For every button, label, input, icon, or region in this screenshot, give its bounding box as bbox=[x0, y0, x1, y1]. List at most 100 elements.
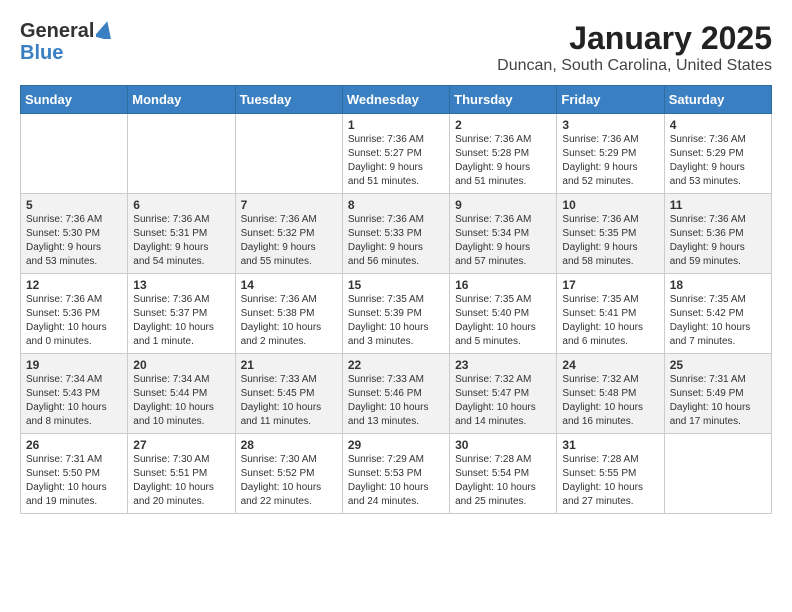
day-info: Sunrise: 7:35 AM Sunset: 5:41 PM Dayligh… bbox=[562, 293, 658, 349]
day-number: 10 bbox=[562, 198, 658, 212]
calendar-day-header: Monday bbox=[128, 86, 235, 114]
day-number: 27 bbox=[133, 438, 229, 452]
day-number: 12 bbox=[26, 278, 122, 292]
calendar-week-row: 5Sunrise: 7:36 AM Sunset: 5:30 PM Daylig… bbox=[21, 194, 772, 274]
calendar-cell: 29Sunrise: 7:29 AM Sunset: 5:53 PM Dayli… bbox=[342, 434, 449, 514]
calendar-cell bbox=[128, 114, 235, 194]
day-number: 2 bbox=[455, 118, 551, 132]
calendar-cell: 5Sunrise: 7:36 AM Sunset: 5:30 PM Daylig… bbox=[21, 194, 128, 274]
day-info: Sunrise: 7:29 AM Sunset: 5:53 PM Dayligh… bbox=[348, 453, 444, 509]
calendar-table: SundayMondayTuesdayWednesdayThursdayFrid… bbox=[20, 85, 772, 514]
day-info: Sunrise: 7:36 AM Sunset: 5:29 PM Dayligh… bbox=[562, 133, 658, 189]
day-number: 22 bbox=[348, 358, 444, 372]
calendar-cell: 21Sunrise: 7:33 AM Sunset: 5:45 PM Dayli… bbox=[235, 354, 342, 434]
day-number: 16 bbox=[455, 278, 551, 292]
day-info: Sunrise: 7:36 AM Sunset: 5:33 PM Dayligh… bbox=[348, 213, 444, 269]
day-number: 13 bbox=[133, 278, 229, 292]
day-number: 20 bbox=[133, 358, 229, 372]
day-info: Sunrise: 7:36 AM Sunset: 5:36 PM Dayligh… bbox=[670, 213, 766, 269]
calendar-cell: 12Sunrise: 7:36 AM Sunset: 5:36 PM Dayli… bbox=[21, 274, 128, 354]
day-number: 28 bbox=[241, 438, 337, 452]
day-info: Sunrise: 7:36 AM Sunset: 5:32 PM Dayligh… bbox=[241, 213, 337, 269]
calendar-cell: 28Sunrise: 7:30 AM Sunset: 5:52 PM Dayli… bbox=[235, 434, 342, 514]
calendar-cell: 9Sunrise: 7:36 AM Sunset: 5:34 PM Daylig… bbox=[450, 194, 557, 274]
day-number: 31 bbox=[562, 438, 658, 452]
logo-general-text: General bbox=[20, 20, 94, 42]
calendar-day-header: Tuesday bbox=[235, 86, 342, 114]
calendar-week-row: 12Sunrise: 7:36 AM Sunset: 5:36 PM Dayli… bbox=[21, 274, 772, 354]
calendar-day-header: Thursday bbox=[450, 86, 557, 114]
calendar-cell: 20Sunrise: 7:34 AM Sunset: 5:44 PM Dayli… bbox=[128, 354, 235, 434]
calendar-cell: 18Sunrise: 7:35 AM Sunset: 5:42 PM Dayli… bbox=[664, 274, 771, 354]
day-number: 14 bbox=[241, 278, 337, 292]
day-info: Sunrise: 7:36 AM Sunset: 5:37 PM Dayligh… bbox=[133, 293, 229, 349]
day-info: Sunrise: 7:35 AM Sunset: 5:40 PM Dayligh… bbox=[455, 293, 551, 349]
calendar-cell: 19Sunrise: 7:34 AM Sunset: 5:43 PM Dayli… bbox=[21, 354, 128, 434]
calendar-cell: 23Sunrise: 7:32 AM Sunset: 5:47 PM Dayli… bbox=[450, 354, 557, 434]
calendar-cell: 15Sunrise: 7:35 AM Sunset: 5:39 PM Dayli… bbox=[342, 274, 449, 354]
day-number: 1 bbox=[348, 118, 444, 132]
calendar-cell: 16Sunrise: 7:35 AM Sunset: 5:40 PM Dayli… bbox=[450, 274, 557, 354]
calendar-cell: 4Sunrise: 7:36 AM Sunset: 5:29 PM Daylig… bbox=[664, 114, 771, 194]
calendar-cell: 24Sunrise: 7:32 AM Sunset: 5:48 PM Dayli… bbox=[557, 354, 664, 434]
day-info: Sunrise: 7:30 AM Sunset: 5:52 PM Dayligh… bbox=[241, 453, 337, 509]
calendar-week-row: 19Sunrise: 7:34 AM Sunset: 5:43 PM Dayli… bbox=[21, 354, 772, 434]
calendar-cell: 17Sunrise: 7:35 AM Sunset: 5:41 PM Dayli… bbox=[557, 274, 664, 354]
day-number: 29 bbox=[348, 438, 444, 452]
day-number: 4 bbox=[670, 118, 766, 132]
calendar-cell: 27Sunrise: 7:30 AM Sunset: 5:51 PM Dayli… bbox=[128, 434, 235, 514]
calendar-subtitle: Duncan, South Carolina, United States bbox=[497, 57, 772, 75]
day-info: Sunrise: 7:33 AM Sunset: 5:46 PM Dayligh… bbox=[348, 373, 444, 429]
logo-triangle-icon bbox=[96, 21, 114, 39]
day-number: 24 bbox=[562, 358, 658, 372]
day-info: Sunrise: 7:36 AM Sunset: 5:28 PM Dayligh… bbox=[455, 133, 551, 189]
calendar-week-row: 1Sunrise: 7:36 AM Sunset: 5:27 PM Daylig… bbox=[21, 114, 772, 194]
day-info: Sunrise: 7:36 AM Sunset: 5:38 PM Dayligh… bbox=[241, 293, 337, 349]
day-info: Sunrise: 7:34 AM Sunset: 5:43 PM Dayligh… bbox=[26, 373, 122, 429]
logo-blue-text: Blue bbox=[20, 42, 114, 64]
title-block: January 2025 Duncan, South Carolina, Uni… bbox=[497, 20, 772, 75]
calendar-cell: 3Sunrise: 7:36 AM Sunset: 5:29 PM Daylig… bbox=[557, 114, 664, 194]
day-info: Sunrise: 7:33 AM Sunset: 5:45 PM Dayligh… bbox=[241, 373, 337, 429]
day-number: 30 bbox=[455, 438, 551, 452]
calendar-cell: 2Sunrise: 7:36 AM Sunset: 5:28 PM Daylig… bbox=[450, 114, 557, 194]
day-info: Sunrise: 7:36 AM Sunset: 5:36 PM Dayligh… bbox=[26, 293, 122, 349]
logo: General Blue bbox=[20, 20, 114, 64]
calendar-cell: 31Sunrise: 7:28 AM Sunset: 5:55 PM Dayli… bbox=[557, 434, 664, 514]
day-info: Sunrise: 7:32 AM Sunset: 5:48 PM Dayligh… bbox=[562, 373, 658, 429]
day-info: Sunrise: 7:30 AM Sunset: 5:51 PM Dayligh… bbox=[133, 453, 229, 509]
calendar-cell bbox=[235, 114, 342, 194]
page-header: General Blue January 2025 Duncan, South … bbox=[20, 20, 772, 75]
day-info: Sunrise: 7:28 AM Sunset: 5:54 PM Dayligh… bbox=[455, 453, 551, 509]
calendar-title: January 2025 bbox=[497, 20, 772, 57]
calendar-day-header: Saturday bbox=[664, 86, 771, 114]
calendar-cell: 14Sunrise: 7:36 AM Sunset: 5:38 PM Dayli… bbox=[235, 274, 342, 354]
calendar-cell: 30Sunrise: 7:28 AM Sunset: 5:54 PM Dayli… bbox=[450, 434, 557, 514]
day-number: 17 bbox=[562, 278, 658, 292]
day-info: Sunrise: 7:35 AM Sunset: 5:42 PM Dayligh… bbox=[670, 293, 766, 349]
day-info: Sunrise: 7:36 AM Sunset: 5:30 PM Dayligh… bbox=[26, 213, 122, 269]
day-number: 15 bbox=[348, 278, 444, 292]
day-number: 19 bbox=[26, 358, 122, 372]
day-number: 18 bbox=[670, 278, 766, 292]
calendar-day-header: Wednesday bbox=[342, 86, 449, 114]
day-info: Sunrise: 7:36 AM Sunset: 5:29 PM Dayligh… bbox=[670, 133, 766, 189]
calendar-cell: 25Sunrise: 7:31 AM Sunset: 5:49 PM Dayli… bbox=[664, 354, 771, 434]
calendar-cell: 11Sunrise: 7:36 AM Sunset: 5:36 PM Dayli… bbox=[664, 194, 771, 274]
day-info: Sunrise: 7:31 AM Sunset: 5:50 PM Dayligh… bbox=[26, 453, 122, 509]
day-info: Sunrise: 7:36 AM Sunset: 5:27 PM Dayligh… bbox=[348, 133, 444, 189]
calendar-cell: 10Sunrise: 7:36 AM Sunset: 5:35 PM Dayli… bbox=[557, 194, 664, 274]
day-number: 9 bbox=[455, 198, 551, 212]
calendar-cell: 13Sunrise: 7:36 AM Sunset: 5:37 PM Dayli… bbox=[128, 274, 235, 354]
day-number: 26 bbox=[26, 438, 122, 452]
day-number: 8 bbox=[348, 198, 444, 212]
day-number: 21 bbox=[241, 358, 337, 372]
day-info: Sunrise: 7:35 AM Sunset: 5:39 PM Dayligh… bbox=[348, 293, 444, 349]
calendar-day-header: Sunday bbox=[21, 86, 128, 114]
day-info: Sunrise: 7:36 AM Sunset: 5:31 PM Dayligh… bbox=[133, 213, 229, 269]
calendar-cell bbox=[21, 114, 128, 194]
day-info: Sunrise: 7:28 AM Sunset: 5:55 PM Dayligh… bbox=[562, 453, 658, 509]
day-info: Sunrise: 7:31 AM Sunset: 5:49 PM Dayligh… bbox=[670, 373, 766, 429]
calendar-cell: 26Sunrise: 7:31 AM Sunset: 5:50 PM Dayli… bbox=[21, 434, 128, 514]
calendar-cell: 1Sunrise: 7:36 AM Sunset: 5:27 PM Daylig… bbox=[342, 114, 449, 194]
